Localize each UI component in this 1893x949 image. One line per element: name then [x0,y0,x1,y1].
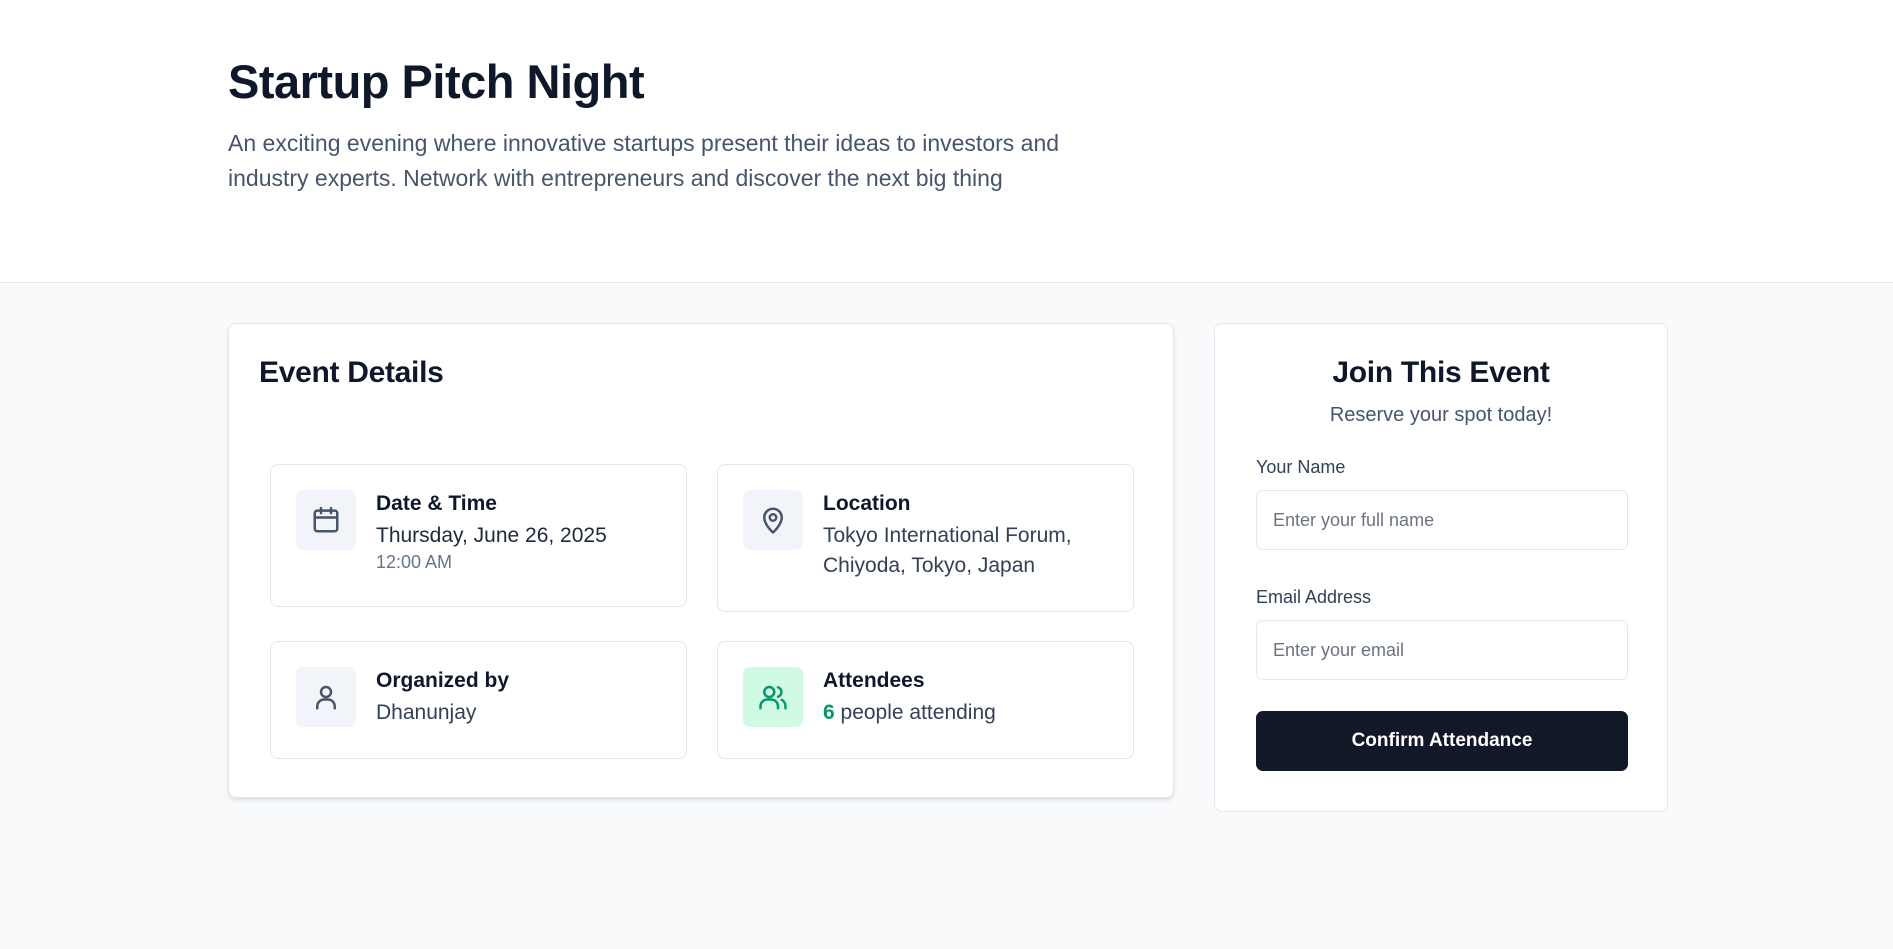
page-title: Startup Pitch Night [228,55,645,108]
user-icon [296,667,356,727]
event-description: An exciting evening where innovative sta… [228,129,1060,191]
attendees-value: 6 people attending [823,698,1115,728]
email-input[interactable] [1256,620,1628,680]
attendees-suffix: people attending [834,701,996,724]
event-date: Thursday, June 26, 2025 [376,524,607,547]
organizer-card: Organized by Dhanunjay [270,641,687,759]
event-header: Startup Pitch Night An exciting evening … [0,0,1893,283]
join-tagline: Reserve your spot today! [1329,404,1553,426]
calendar-icon [296,490,356,550]
organizer-label: Organized by [376,669,510,692]
email-label: Email Address [1256,587,1372,607]
attendees-label: Attendees [823,669,925,692]
name-input[interactable] [1256,490,1628,550]
join-event-card: Join This Event Reserve your spot today!… [1214,323,1668,812]
location-label: Location [823,492,911,515]
name-label: Your Name [1256,457,1346,477]
organizer-name: Dhanunjay [376,701,477,724]
event-time: 12:00 AM [376,552,453,572]
location-card: Location Tokyo International Forum, Chiy… [717,464,1134,612]
join-heading: Join This Event [1332,356,1550,389]
map-pin-icon [743,490,803,550]
attendees-card: Attendees 6 people attending [717,641,1134,759]
date-time-card: Date & Time Thursday, June 26, 2025 12:0… [270,464,687,607]
event-details-heading: Event Details [259,356,444,389]
attendee-count: 6 [823,701,835,724]
confirm-attendance-button[interactable]: Confirm Attendance [1256,711,1628,771]
date-time-label: Date & Time [376,492,497,515]
location-value: Tokyo International Forum, Chiyoda, Toky… [823,524,1072,577]
main-content: Event Details Date & Time Thursday, June… [0,283,1893,949]
users-icon [743,667,803,727]
event-details-card: Event Details Date & Time Thursday, June… [228,323,1174,798]
